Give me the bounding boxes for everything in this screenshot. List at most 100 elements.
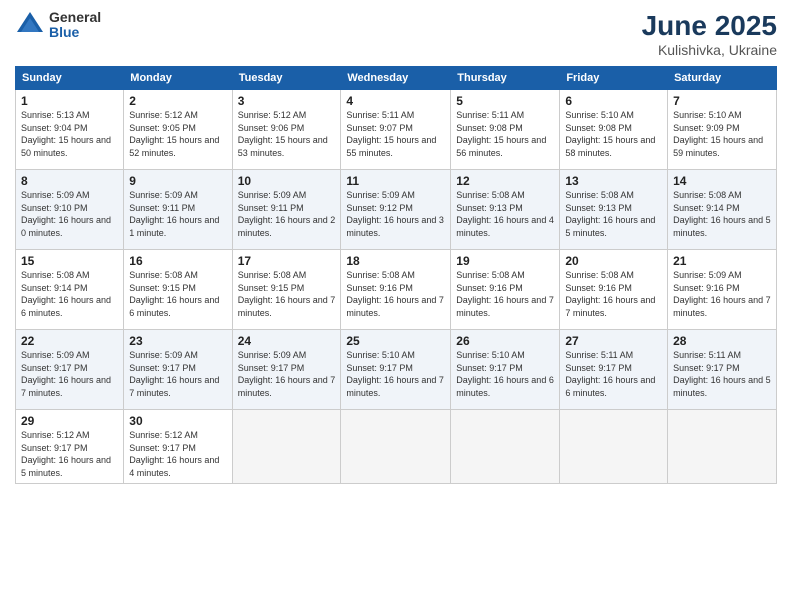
table-row: 1Sunrise: 5:13 AMSunset: 9:04 PMDaylight… (16, 90, 124, 170)
table-row: 16Sunrise: 5:08 AMSunset: 9:15 PMDayligh… (124, 250, 232, 330)
logo-general: General (49, 10, 101, 25)
col-thursday: Thursday (451, 67, 560, 90)
day-detail: Sunrise: 5:09 AMSunset: 9:12 PMDaylight:… (346, 189, 445, 239)
day-detail: Sunrise: 5:10 AMSunset: 9:09 PMDaylight:… (673, 109, 771, 159)
table-row: 27Sunrise: 5:11 AMSunset: 9:17 PMDayligh… (560, 330, 668, 410)
table-row (560, 410, 668, 484)
table-row: 24Sunrise: 5:09 AMSunset: 9:17 PMDayligh… (232, 330, 341, 410)
header-row: Sunday Monday Tuesday Wednesday Thursday… (16, 67, 777, 90)
day-number: 3 (238, 94, 336, 108)
day-detail: Sunrise: 5:08 AMSunset: 9:15 PMDaylight:… (238, 269, 336, 319)
day-detail: Sunrise: 5:09 AMSunset: 9:11 PMDaylight:… (129, 189, 226, 239)
day-detail: Sunrise: 5:08 AMSunset: 9:16 PMDaylight:… (456, 269, 554, 319)
table-row: 20Sunrise: 5:08 AMSunset: 9:16 PMDayligh… (560, 250, 668, 330)
table-row: 7Sunrise: 5:10 AMSunset: 9:09 PMDaylight… (668, 90, 777, 170)
title-month: June 2025 (642, 10, 777, 42)
col-wednesday: Wednesday (341, 67, 451, 90)
calendar-week-2: 8Sunrise: 5:09 AMSunset: 9:10 PMDaylight… (16, 170, 777, 250)
table-row (451, 410, 560, 484)
day-number: 9 (129, 174, 226, 188)
table-row: 15Sunrise: 5:08 AMSunset: 9:14 PMDayligh… (16, 250, 124, 330)
day-detail: Sunrise: 5:10 AMSunset: 9:08 PMDaylight:… (565, 109, 662, 159)
table-row (232, 410, 341, 484)
day-number: 2 (129, 94, 226, 108)
day-detail: Sunrise: 5:12 AMSunset: 9:05 PMDaylight:… (129, 109, 226, 159)
page: General Blue June 2025 Kulishivka, Ukrai… (0, 0, 792, 612)
calendar-week-1: 1Sunrise: 5:13 AMSunset: 9:04 PMDaylight… (16, 90, 777, 170)
col-monday: Monday (124, 67, 232, 90)
day-number: 20 (565, 254, 662, 268)
day-number: 28 (673, 334, 771, 348)
day-number: 19 (456, 254, 554, 268)
day-number: 15 (21, 254, 118, 268)
day-detail: Sunrise: 5:12 AMSunset: 9:06 PMDaylight:… (238, 109, 336, 159)
table-row: 23Sunrise: 5:09 AMSunset: 9:17 PMDayligh… (124, 330, 232, 410)
day-detail: Sunrise: 5:09 AMSunset: 9:16 PMDaylight:… (673, 269, 771, 319)
day-number: 14 (673, 174, 771, 188)
calendar: Sunday Monday Tuesday Wednesday Thursday… (15, 66, 777, 484)
day-number: 8 (21, 174, 118, 188)
day-number: 16 (129, 254, 226, 268)
logo: General Blue (15, 10, 101, 41)
table-row: 4Sunrise: 5:11 AMSunset: 9:07 PMDaylight… (341, 90, 451, 170)
day-number: 24 (238, 334, 336, 348)
logo-text: General Blue (49, 10, 101, 41)
table-row: 8Sunrise: 5:09 AMSunset: 9:10 PMDaylight… (16, 170, 124, 250)
day-number: 5 (456, 94, 554, 108)
day-number: 22 (21, 334, 118, 348)
table-row: 26Sunrise: 5:10 AMSunset: 9:17 PMDayligh… (451, 330, 560, 410)
header: General Blue June 2025 Kulishivka, Ukrai… (15, 10, 777, 58)
day-number: 17 (238, 254, 336, 268)
col-friday: Friday (560, 67, 668, 90)
day-number: 18 (346, 254, 445, 268)
logo-icon (15, 10, 45, 40)
day-detail: Sunrise: 5:08 AMSunset: 9:13 PMDaylight:… (456, 189, 554, 239)
title-location: Kulishivka, Ukraine (642, 42, 777, 58)
logo-blue: Blue (49, 25, 101, 40)
day-detail: Sunrise: 5:11 AMSunset: 9:17 PMDaylight:… (565, 349, 662, 399)
day-number: 21 (673, 254, 771, 268)
day-number: 26 (456, 334, 554, 348)
day-detail: Sunrise: 5:10 AMSunset: 9:17 PMDaylight:… (346, 349, 445, 399)
day-number: 25 (346, 334, 445, 348)
table-row: 30Sunrise: 5:12 AMSunset: 9:17 PMDayligh… (124, 410, 232, 484)
calendar-week-5: 29Sunrise: 5:12 AMSunset: 9:17 PMDayligh… (16, 410, 777, 484)
day-detail: Sunrise: 5:08 AMSunset: 9:14 PMDaylight:… (673, 189, 771, 239)
day-detail: Sunrise: 5:08 AMSunset: 9:13 PMDaylight:… (565, 189, 662, 239)
table-row: 14Sunrise: 5:08 AMSunset: 9:14 PMDayligh… (668, 170, 777, 250)
day-detail: Sunrise: 5:10 AMSunset: 9:17 PMDaylight:… (456, 349, 554, 399)
day-number: 4 (346, 94, 445, 108)
table-row: 9Sunrise: 5:09 AMSunset: 9:11 PMDaylight… (124, 170, 232, 250)
day-detail: Sunrise: 5:09 AMSunset: 9:17 PMDaylight:… (238, 349, 336, 399)
table-row: 25Sunrise: 5:10 AMSunset: 9:17 PMDayligh… (341, 330, 451, 410)
day-number: 10 (238, 174, 336, 188)
table-row: 28Sunrise: 5:11 AMSunset: 9:17 PMDayligh… (668, 330, 777, 410)
day-number: 29 (21, 414, 118, 428)
day-detail: Sunrise: 5:09 AMSunset: 9:17 PMDaylight:… (21, 349, 118, 399)
day-detail: Sunrise: 5:08 AMSunset: 9:15 PMDaylight:… (129, 269, 226, 319)
table-row: 10Sunrise: 5:09 AMSunset: 9:11 PMDayligh… (232, 170, 341, 250)
day-number: 30 (129, 414, 226, 428)
day-detail: Sunrise: 5:09 AMSunset: 9:11 PMDaylight:… (238, 189, 336, 239)
col-saturday: Saturday (668, 67, 777, 90)
table-row: 11Sunrise: 5:09 AMSunset: 9:12 PMDayligh… (341, 170, 451, 250)
day-detail: Sunrise: 5:09 AMSunset: 9:17 PMDaylight:… (129, 349, 226, 399)
col-tuesday: Tuesday (232, 67, 341, 90)
day-detail: Sunrise: 5:08 AMSunset: 9:16 PMDaylight:… (346, 269, 445, 319)
title-block: June 2025 Kulishivka, Ukraine (642, 10, 777, 58)
table-row: 22Sunrise: 5:09 AMSunset: 9:17 PMDayligh… (16, 330, 124, 410)
day-number: 6 (565, 94, 662, 108)
table-row: 13Sunrise: 5:08 AMSunset: 9:13 PMDayligh… (560, 170, 668, 250)
day-detail: Sunrise: 5:08 AMSunset: 9:16 PMDaylight:… (565, 269, 662, 319)
day-detail: Sunrise: 5:09 AMSunset: 9:10 PMDaylight:… (21, 189, 118, 239)
day-number: 11 (346, 174, 445, 188)
day-number: 23 (129, 334, 226, 348)
day-detail: Sunrise: 5:12 AMSunset: 9:17 PMDaylight:… (21, 429, 118, 479)
col-sunday: Sunday (16, 67, 124, 90)
table-row: 29Sunrise: 5:12 AMSunset: 9:17 PMDayligh… (16, 410, 124, 484)
calendar-week-4: 22Sunrise: 5:09 AMSunset: 9:17 PMDayligh… (16, 330, 777, 410)
day-number: 13 (565, 174, 662, 188)
table-row: 3Sunrise: 5:12 AMSunset: 9:06 PMDaylight… (232, 90, 341, 170)
table-row: 18Sunrise: 5:08 AMSunset: 9:16 PMDayligh… (341, 250, 451, 330)
table-row (341, 410, 451, 484)
